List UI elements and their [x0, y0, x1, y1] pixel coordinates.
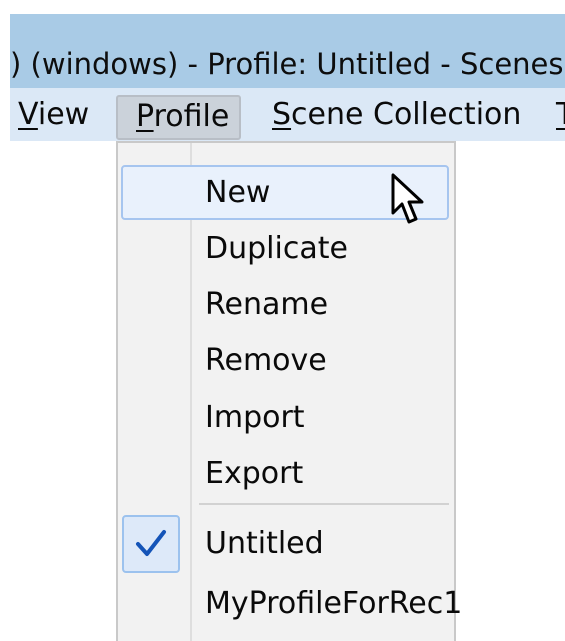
menu-item-profile-untitled[interactable]: Untitled [118, 516, 454, 572]
menu-scene-collection-mnemonic: S [272, 97, 292, 132]
menu-item-profile-myprofileforrec1-label: MyProfileForRec1 [205, 586, 463, 621]
menu-item-remove[interactable]: Remove [118, 333, 454, 389]
menu-tools-mnemonic: T [556, 97, 565, 132]
menu-profile-mnemonic: P [136, 99, 154, 134]
menu-scene-collection[interactable]: Scene Collection [272, 95, 521, 139]
window-title: ) (windows) - Profile: Untitled - Scenes… [10, 47, 565, 81]
menu-item-profile-myprofileforrec1[interactable]: MyProfileForRec1 [118, 576, 462, 632]
menu-view[interactable]: View [18, 95, 89, 139]
menu-item-remove-label: Remove [205, 343, 327, 378]
menu-item-rename[interactable]: Rename [118, 277, 454, 333]
menu-profile-label: rofile [153, 99, 230, 134]
menu-separator [199, 503, 449, 505]
menu-item-duplicate-label: Duplicate [205, 231, 348, 266]
menu-tools[interactable]: T [556, 95, 565, 139]
window-titlebar: ) (windows) - Profile: Untitled - Scenes… [10, 14, 565, 88]
mouse-pointer-icon [391, 173, 424, 224]
menu-view-mnemonic: V [18, 97, 38, 132]
menu-scene-collection-label: cene Collection [291, 97, 522, 132]
menu-item-export[interactable]: Export [118, 446, 454, 502]
menu-profile[interactable]: Profile [116, 95, 241, 140]
menu-view-label: iew [37, 97, 90, 132]
menu-item-rename-label: Rename [205, 287, 329, 322]
menu-item-import[interactable]: Import [118, 390, 454, 446]
menu-item-profile-untitled-label: Untitled [205, 526, 324, 561]
menu-item-export-label: Export [205, 456, 304, 491]
menu-item-new-label: New [205, 175, 271, 210]
menu-item-import-label: Import [205, 400, 305, 435]
